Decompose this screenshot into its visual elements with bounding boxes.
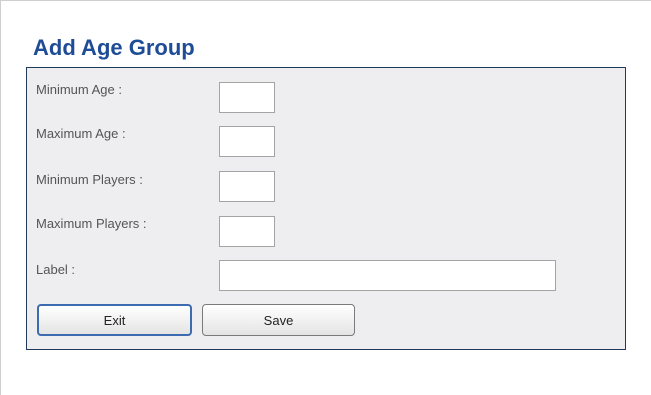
label-input[interactable] (219, 260, 556, 291)
maximum-players-input[interactable] (219, 216, 275, 247)
page: Add Age Group Minimum Age : Maximum Age … (0, 0, 651, 395)
minimum-age-input[interactable] (219, 82, 275, 113)
minimum-players-input[interactable] (219, 171, 275, 202)
maximum-age-input[interactable] (219, 126, 275, 157)
minimum-age-label: Minimum Age : (36, 82, 122, 97)
maximum-players-label: Maximum Players : (36, 216, 147, 231)
exit-button[interactable]: Exit (37, 304, 192, 336)
form-title: Add Age Group (33, 35, 195, 60)
label-field-label: Label : (36, 262, 76, 277)
save-button[interactable]: Save (202, 304, 355, 336)
maximum-age-label: Maximum Age : (36, 126, 126, 141)
minimum-players-label: Minimum Players : (36, 172, 143, 187)
add-age-group-form: Minimum Age : Maximum Age : Minimum Play… (26, 67, 626, 350)
